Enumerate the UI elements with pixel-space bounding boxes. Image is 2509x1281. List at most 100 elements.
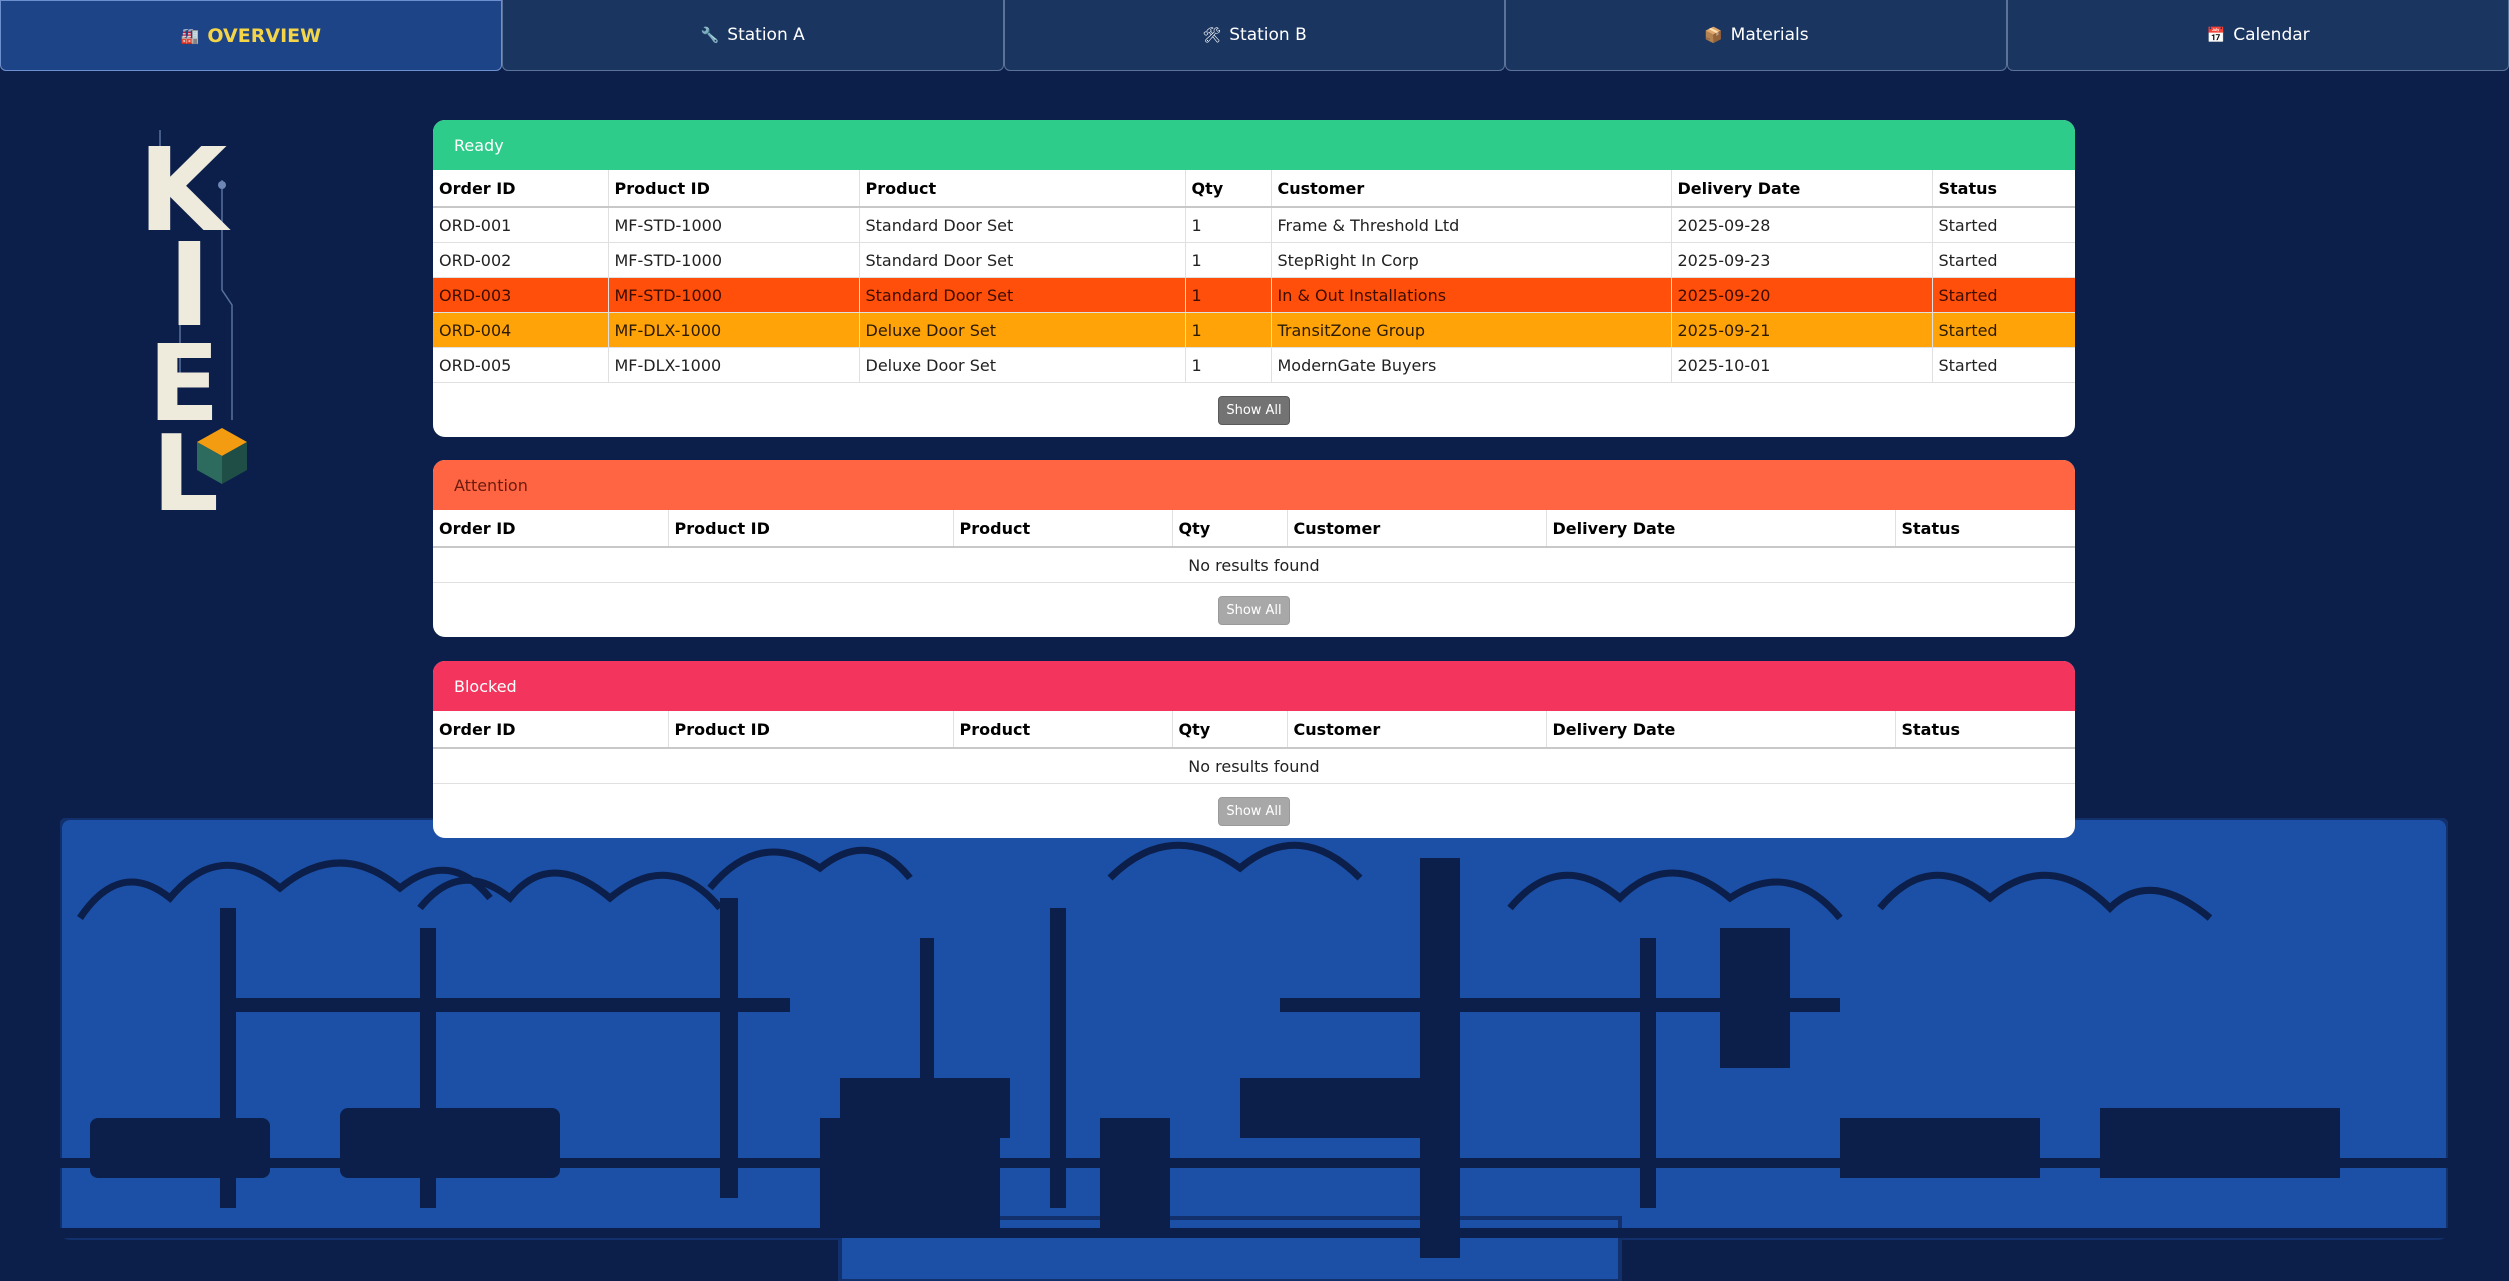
column-header[interactable]: Order ID	[433, 510, 669, 548]
table-cell: Started	[1932, 207, 2075, 243]
tab-station-b[interactable]: 🛠 Station B	[1003, 0, 1506, 71]
tab-label: Calendar	[2233, 25, 2310, 45]
column-header[interactable]: Product	[953, 711, 1173, 749]
table-cell: Standard Door Set	[859, 277, 1186, 313]
column-header[interactable]: Qty	[1172, 711, 1288, 749]
column-header[interactable]: Delivery Date	[1546, 711, 1896, 749]
panel-title: Ready	[433, 120, 2075, 170]
table-cell: 2025-09-28	[1671, 207, 1933, 243]
table-cell: Standard Door Set	[859, 242, 1186, 278]
table-cell: ORD-001	[433, 207, 609, 243]
kiel-logo: K I E L	[138, 124, 247, 520]
table-cell: 2025-09-23	[1671, 242, 1933, 278]
table-cell: MF-DLX-1000	[608, 312, 860, 348]
table-cell: Deluxe Door Set	[859, 347, 1186, 383]
column-header[interactable]: Qty	[1185, 170, 1272, 208]
tab-label: Station A	[727, 25, 805, 45]
attention-orders-table: Order ID Product ID Product Qty Customer…	[433, 510, 2075, 583]
table-cell: Started	[1932, 312, 2075, 348]
blocked-panel: Blocked Order ID Product ID Product Qty …	[433, 661, 2075, 838]
tab-materials[interactable]: 📦 Materials	[1505, 0, 2008, 71]
table-cell: MF-STD-1000	[608, 207, 860, 243]
table-cell: Standard Door Set	[859, 207, 1186, 243]
table-cell: ModernGate Buyers	[1271, 347, 1672, 383]
column-header[interactable]: Product ID	[608, 170, 860, 208]
package-icon: 📦	[1703, 26, 1723, 44]
column-header[interactable]: Order ID	[433, 711, 669, 749]
main-tab-bar: 🏭 OVERVIEW 🔧 Station A 🛠 Station B 📦 Mat…	[0, 0, 2509, 71]
column-header[interactable]: Product ID	[668, 510, 954, 548]
column-header[interactable]: Product	[859, 170, 1186, 208]
table-cell: MF-STD-1000	[608, 277, 860, 313]
panel-footer: Show All	[433, 583, 2075, 637]
panel-footer: Show All	[433, 383, 2075, 437]
column-header[interactable]: Customer	[1271, 170, 1672, 208]
column-header[interactable]: Customer	[1287, 510, 1547, 548]
table-cell: Started	[1932, 347, 2075, 383]
tab-station-a[interactable]: 🔧 Station A	[501, 0, 1004, 71]
ready-panel: Ready Order ID Product ID Product Qty Cu…	[433, 120, 2075, 437]
show-all-button[interactable]: Show All	[1218, 595, 1290, 625]
table-cell: 2025-09-21	[1671, 312, 1933, 348]
no-results-message: No results found	[433, 748, 2075, 784]
column-header[interactable]: Status	[1895, 711, 2075, 749]
column-header[interactable]: Customer	[1287, 711, 1547, 749]
table-cell: Deluxe Door Set	[859, 312, 1186, 348]
table-cell: ORD-004	[433, 312, 609, 348]
panel-title: Attention	[433, 460, 2075, 510]
table-cell: Frame & Threshold Ltd	[1271, 207, 1672, 243]
no-results-message: No results found	[433, 547, 2075, 583]
table-cell: 2025-09-20	[1671, 277, 1933, 313]
blocked-orders-table: Order ID Product ID Product Qty Customer…	[433, 711, 2075, 784]
ready-orders-table: Order ID Product ID Product Qty Customer…	[433, 170, 2075, 383]
column-header[interactable]: Order ID	[433, 170, 609, 208]
table-row[interactable]: ORD-003 MF-STD-1000 Standard Door Set 1 In &…	[433, 277, 2075, 313]
table-cell: 1	[1185, 347, 1272, 383]
table-cell: 1	[1185, 312, 1272, 348]
table-cell: MF-STD-1000	[608, 242, 860, 278]
attention-panel: Attention Order ID Product ID Product Qt…	[433, 460, 2075, 637]
panel-footer: Show All	[433, 784, 2075, 838]
ready-table-body: ORD-001 MF-STD-1000 Standard Door Set 1 Fram…	[433, 207, 2075, 383]
column-header[interactable]: Product ID	[668, 711, 954, 749]
tab-label: OVERVIEW	[207, 24, 322, 47]
column-header[interactable]: Product	[953, 510, 1173, 548]
column-header[interactable]: Status	[1932, 170, 2075, 208]
tab-calendar[interactable]: 📅 Calendar	[2007, 0, 2509, 71]
calendar-icon: 📅	[2206, 26, 2226, 44]
table-cell: MF-DLX-1000	[608, 347, 860, 383]
column-header[interactable]: Delivery Date	[1546, 510, 1896, 548]
table-cell: ORD-003	[433, 277, 609, 313]
table-cell: In & Out Installations	[1271, 277, 1672, 313]
show-all-button[interactable]: Show All	[1218, 796, 1290, 826]
table-row[interactable]: ORD-005 MF-DLX-1000 Deluxe Door Set 1 Modern…	[433, 347, 2075, 383]
table-cell: ORD-005	[433, 347, 609, 383]
table-cell: 2025-10-01	[1671, 347, 1933, 383]
table-row[interactable]: ORD-001 MF-STD-1000 Standard Door Set 1 Fram…	[433, 207, 2075, 243]
table-row: No results found	[433, 748, 2075, 784]
tab-overview[interactable]: 🏭 OVERVIEW	[0, 0, 502, 71]
table-header-row: Order ID Product ID Product Qty Customer…	[433, 510, 2075, 548]
table-header-row: Order ID Product ID Product Qty Customer…	[433, 711, 2075, 749]
table-row[interactable]: ORD-002 MF-STD-1000 Standard Door Set 1 Step…	[433, 242, 2075, 278]
tab-label: Station B	[1229, 25, 1307, 45]
table-row: No results found	[433, 547, 2075, 583]
show-all-button[interactable]: Show All	[1218, 395, 1290, 425]
column-header[interactable]: Qty	[1172, 510, 1288, 548]
column-header[interactable]: Status	[1895, 510, 2075, 548]
table-cell: 1	[1185, 242, 1272, 278]
table-row[interactable]: ORD-004 MF-DLX-1000 Deluxe Door Set 1 Transi…	[433, 312, 2075, 348]
column-header[interactable]: Delivery Date	[1671, 170, 1933, 208]
table-cell: Started	[1932, 242, 2075, 278]
table-cell: StepRight In Corp	[1271, 242, 1672, 278]
wrench-icon: 🔧	[700, 26, 720, 44]
table-cell: 1	[1185, 277, 1272, 313]
factory-icon: 🏭	[180, 26, 200, 45]
table-header-row: Order ID Product ID Product Qty Customer…	[433, 170, 2075, 208]
table-cell: 1	[1185, 207, 1272, 243]
table-cell: ORD-002	[433, 242, 609, 278]
panel-title: Blocked	[433, 661, 2075, 711]
table-cell: Started	[1932, 277, 2075, 313]
hammer-wrench-icon: 🛠	[1202, 26, 1222, 44]
factory-skyline-illustration	[60, 818, 2448, 1281]
